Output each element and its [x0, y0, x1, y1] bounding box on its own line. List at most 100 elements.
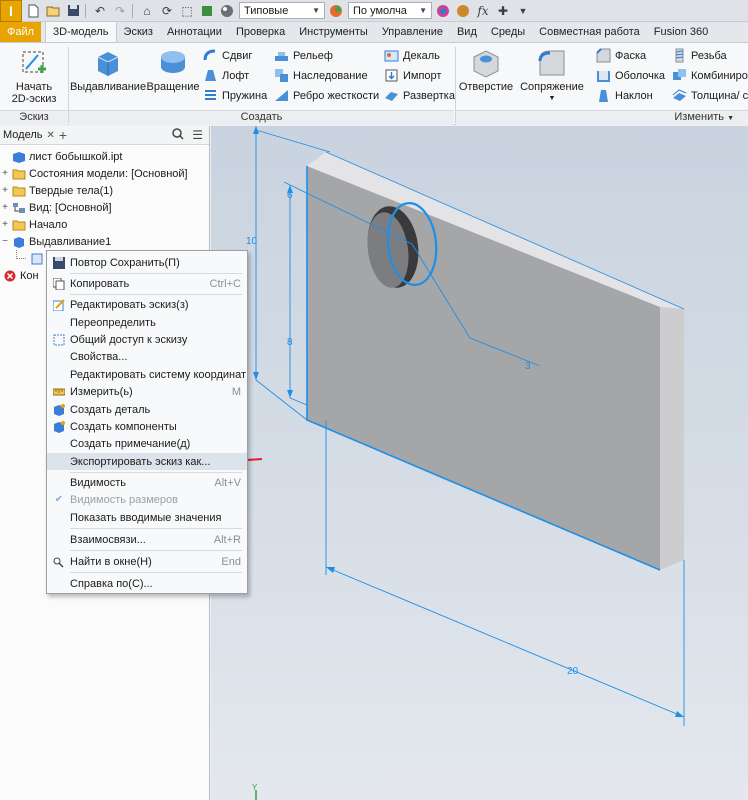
revolve-label: Вращение — [146, 81, 200, 93]
tree-item-label: Начало — [29, 218, 68, 231]
customize-chevron-icon[interactable]: ▼ — [514, 2, 532, 20]
search-icon[interactable] — [172, 127, 184, 143]
menu-item-repeat-save[interactable]: Повтор Сохранить(П) — [47, 254, 247, 271]
tree-item-origin[interactable]: + Начало — [0, 216, 209, 233]
menu-icon[interactable]: ☰ — [192, 128, 203, 143]
chamfer-button[interactable]: Фаска — [596, 47, 646, 64]
thicken-button[interactable]: Толщина/ с — [672, 87, 748, 104]
menu-item-create-note[interactable]: Создать примечание(д) — [47, 435, 247, 452]
menu-item-edit-sketch[interactable]: Редактировать эскиз(з) — [47, 296, 247, 313]
dim-6[interactable]: 6 — [287, 190, 293, 201]
hole-icon — [473, 50, 499, 78]
collapse-icon[interactable]: − — [0, 236, 10, 247]
tree-item-model-states[interactable]: + Состояния модели: [Основной] — [0, 165, 209, 182]
add-tab-icon[interactable]: + — [59, 127, 67, 143]
sweep-button[interactable]: Сдвиг — [203, 47, 252, 64]
tree-item-extrusion1[interactable]: − Выдавливание1 — [0, 233, 209, 250]
clear-appearance-icon[interactable] — [454, 2, 472, 20]
new-icon[interactable] — [24, 2, 42, 20]
start-2d-sketch-button[interactable]: Начать 2D-эскиз — [8, 47, 60, 105]
graphics-viewport[interactable]: 10 6 8 3 20 Y — [211, 126, 748, 800]
menu-item-properties[interactable]: Свойства... — [47, 348, 247, 365]
parameters-icon[interactable]: fx — [474, 2, 492, 20]
chevron-down-icon[interactable]: ▼ — [727, 115, 734, 122]
app-logo[interactable]: I — [0, 0, 22, 22]
unwrap-button[interactable]: Развертка — [384, 87, 455, 104]
expand-icon[interactable]: + — [0, 202, 10, 213]
menu-item-edit-coordinate-system[interactable]: Редактировать систему координат — [47, 366, 247, 383]
material-combo-value: Типовые — [244, 4, 289, 17]
appearance-icon[interactable] — [327, 2, 345, 20]
tab-collaborate[interactable]: Совместная работа — [532, 22, 647, 42]
emboss-label: Рельеф — [293, 49, 333, 62]
dim-3[interactable]: 3 — [525, 361, 531, 372]
tab-file[interactable]: Файл — [0, 22, 42, 42]
menu-item-visibility[interactable]: Видимость Alt+V — [47, 474, 247, 491]
material-icon[interactable] — [218, 2, 236, 20]
menu-item-dimension-visibility[interactable]: ✔ Видимость размеров — [47, 491, 247, 508]
draft-button[interactable]: Наклон — [596, 87, 653, 104]
menu-separator — [70, 528, 242, 529]
hole-button[interactable]: Отверстие — [458, 47, 514, 93]
menu-item-help[interactable]: Справка по(С)... — [47, 575, 247, 592]
save-icon[interactable] — [64, 2, 82, 20]
tab-inspect[interactable]: Проверка — [229, 22, 292, 42]
tree-item-part[interactable]: лист бобышкой.ipt — [0, 148, 209, 165]
dim-10[interactable]: 10 — [246, 236, 258, 247]
decal-button[interactable]: Декаль — [384, 47, 440, 64]
tab-view[interactable]: Вид — [450, 22, 484, 42]
find-in-window-icon — [52, 555, 66, 569]
tab-sketch[interactable]: Эскиз — [117, 22, 160, 42]
tab-fusion-360[interactable]: Fusion 360 — [647, 22, 715, 42]
undo-icon[interactable]: ↶ — [91, 2, 109, 20]
extrude-button[interactable]: Выдавливание — [69, 47, 147, 93]
expand-icon[interactable]: + — [0, 168, 10, 179]
menu-item-share-sketch[interactable]: Общий доступ к эскизу — [47, 331, 247, 348]
derive-button[interactable]: Наследование — [274, 67, 368, 84]
menu-item-relationships[interactable]: Взаимосвязи... Alt+R — [47, 531, 247, 548]
rib-button[interactable]: Ребро жесткости — [274, 87, 379, 104]
tab-manage[interactable]: Управление — [375, 22, 450, 42]
expand-icon[interactable]: + — [0, 219, 10, 230]
import-button[interactable]: Импорт — [384, 67, 441, 84]
menu-item-create-components[interactable]: Создать компоненты — [47, 418, 247, 435]
tab-tools[interactable]: Инструменты — [292, 22, 375, 42]
tree-item-view[interactable]: + Вид: [Основной] — [0, 199, 209, 216]
plus-icon[interactable]: ✚ — [494, 2, 512, 20]
project-icon[interactable] — [198, 2, 216, 20]
dim-8[interactable]: 8 — [287, 337, 293, 348]
redo-icon[interactable]: ↷ — [111, 2, 129, 20]
coil-button[interactable]: Пружина — [203, 87, 267, 104]
open-icon[interactable] — [44, 2, 62, 20]
material-combo[interactable]: Типовые ▼ — [239, 2, 325, 19]
home-icon[interactable]: ⌂ — [138, 2, 156, 20]
appearance-combo[interactable]: По умолча ▼ — [348, 2, 432, 19]
menu-item-create-part[interactable]: Создать деталь — [47, 401, 247, 418]
chevron-down-icon[interactable]: ▼ — [549, 93, 556, 105]
combine-button[interactable]: Комбиниро — [672, 67, 748, 84]
update-icon[interactable]: ⟳ — [158, 2, 176, 20]
shell-button[interactable]: Оболочка — [596, 67, 665, 84]
menu-item-redefine[interactable]: Переопределить — [47, 314, 247, 331]
thread-button[interactable]: Резьба — [672, 47, 727, 64]
revolve-button[interactable]: Вращение — [145, 47, 201, 93]
extrude-label: Выдавливание — [69, 81, 147, 93]
tab-3d-model[interactable]: 3D-модель — [45, 21, 117, 42]
loft-button[interactable]: Лофт — [203, 67, 249, 84]
menu-item-measure[interactable]: Измерить(ь) M — [47, 383, 247, 400]
menu-item-show-input[interactable]: Показать вводимые значения — [47, 509, 247, 526]
close-icon[interactable]: ✕ — [46, 130, 54, 141]
select-icon[interactable]: ⬚ — [178, 2, 196, 20]
tab-annotate[interactable]: Аннотации — [160, 22, 229, 42]
menu-item-copy[interactable]: Копировать Ctrl+C — [47, 275, 247, 292]
browser-tab-model[interactable]: Модель — [3, 129, 46, 141]
adjust-icon[interactable] — [434, 2, 452, 20]
emboss-button[interactable]: Рельеф — [274, 47, 333, 64]
tree-item-solid-bodies[interactable]: + Твердые тела(1) — [0, 182, 209, 199]
dim-20[interactable]: 20 — [567, 666, 579, 677]
fillet-button[interactable]: Сопряжение ▼ — [517, 47, 587, 105]
menu-item-find-in-window[interactable]: Найти в окне(Н) End — [47, 553, 247, 570]
tab-environments[interactable]: Среды — [484, 22, 532, 42]
menu-item-export-sketch[interactable]: Экспортировать эскиз как... — [47, 453, 247, 470]
expand-icon[interactable]: + — [0, 185, 10, 196]
